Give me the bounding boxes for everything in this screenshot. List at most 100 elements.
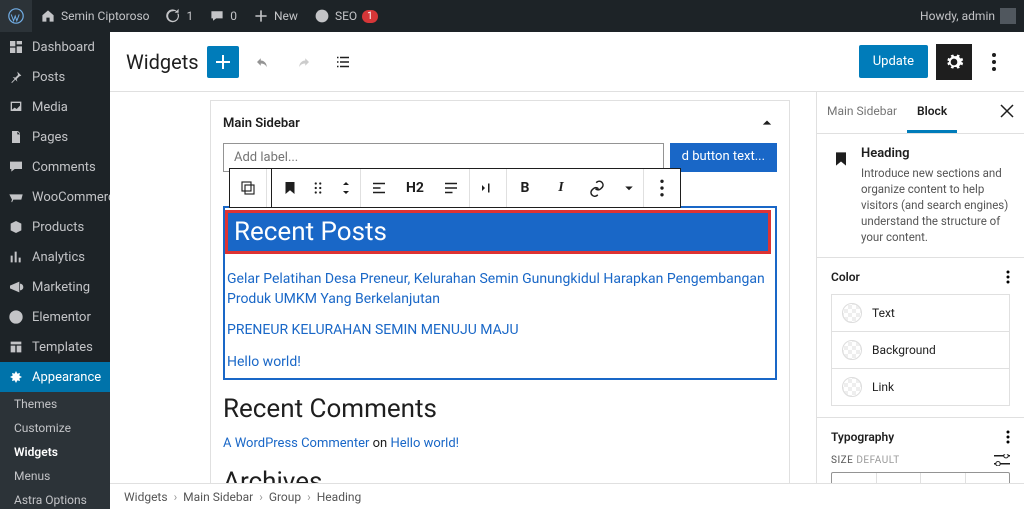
new-link[interactable]: New <box>245 0 306 32</box>
color-more-icon[interactable] <box>1006 270 1010 284</box>
editor-topbar: Widgets Update <box>110 32 1024 92</box>
group-block[interactable]: Recent Posts Gelar Pelatihan Desa Preneu… <box>223 206 777 380</box>
color-row-link[interactable]: Link <box>831 368 1010 406</box>
redo-button[interactable] <box>287 46 319 78</box>
comment-author-link[interactable]: A WordPress Commenter <box>223 436 369 451</box>
block-type-desc: Introduce new sections and organize cont… <box>861 165 1010 245</box>
menu-item-appearance[interactable]: Appearance <box>0 362 110 392</box>
heading-icon <box>831 149 851 169</box>
elementor-icon <box>8 309 24 325</box>
media-icon <box>8 99 24 115</box>
menu-item-templates[interactable]: Templates <box>0 332 110 362</box>
howdy-link[interactable]: Howdy, admin <box>912 0 1024 32</box>
menu-item-pages[interactable]: Pages <box>0 122 110 152</box>
plus-icon <box>253 8 269 24</box>
home-icon <box>40 8 56 24</box>
menu-item-woocommerce[interactable]: WooCommerce <box>0 182 110 212</box>
heading-block-icon[interactable] <box>276 169 304 207</box>
appearance-icon <box>8 369 24 385</box>
size-xl[interactable]: XL <box>966 473 1010 483</box>
list-view-button[interactable] <box>327 46 359 78</box>
crumb-heading[interactable]: Heading <box>317 490 362 504</box>
dashboard-icon <box>8 39 24 55</box>
link-button[interactable] <box>579 169 615 207</box>
group-block-button[interactable] <box>230 169 266 207</box>
recent-comments-heading: Recent Comments <box>223 380 777 434</box>
insert-before-button[interactable] <box>470 169 506 207</box>
crumb-widgets[interactable]: Widgets <box>124 490 168 504</box>
chevron-up-icon <box>757 113 777 133</box>
block-breadcrumbs: Widgets›Main Sidebar›Group›Heading <box>110 483 1024 509</box>
comments-link[interactable]: 0 <box>201 0 245 32</box>
block-type-title: Heading <box>861 146 1010 161</box>
crumb-main-sidebar[interactable]: Main Sidebar <box>183 490 253 504</box>
size-s[interactable]: S <box>832 473 877 483</box>
bold-button[interactable]: B <box>507 169 543 207</box>
post-link[interactable]: Hello world! <box>225 347 775 379</box>
move-up-down[interactable] <box>332 169 360 207</box>
button-text-input[interactable]: d button text... <box>670 143 777 172</box>
menu-item-comments[interactable]: Comments <box>0 152 110 182</box>
submenu-themes[interactable]: Themes <box>0 392 110 416</box>
tab-main-sidebar[interactable]: Main Sidebar <box>817 92 907 133</box>
size-l[interactable]: L <box>921 473 966 483</box>
inspector-panel: Main Sidebar Block Heading Introduce new… <box>816 92 1024 483</box>
menu-item-analytics[interactable]: Analytics <box>0 242 110 272</box>
size-m[interactable]: M <box>877 473 922 483</box>
settings-sliders-icon[interactable] <box>994 454 1010 466</box>
pin-icon <box>8 69 24 85</box>
color-section-title: Color <box>831 270 860 284</box>
widget-area-header[interactable]: Main Sidebar <box>223 113 777 143</box>
wp-logo[interactable] <box>0 0 32 32</box>
submenu-widgets[interactable]: Widgets <box>0 440 110 464</box>
heading-block[interactable]: Recent Posts <box>225 210 771 254</box>
comment-post-link[interactable]: Hello world! <box>390 436 459 451</box>
archives-heading: Archives <box>223 453 777 483</box>
menu-item-media[interactable]: Media <box>0 92 110 122</box>
menu-item-products[interactable]: Products <box>0 212 110 242</box>
menu-item-elementor[interactable]: Elementor <box>0 302 110 332</box>
menu-item-marketing[interactable]: Marketing <box>0 272 110 302</box>
add-block-button[interactable] <box>207 46 239 78</box>
widget-area-main-sidebar[interactable]: Main Sidebar Add label... d button text.… <box>210 100 790 483</box>
italic-button[interactable]: I <box>543 169 579 207</box>
more-options-button[interactable] <box>980 44 1008 80</box>
typo-more-icon[interactable] <box>1006 430 1010 444</box>
text-align-button[interactable] <box>433 169 469 207</box>
drag-handle[interactable] <box>304 169 332 207</box>
undo-button[interactable] <box>247 46 279 78</box>
menu-item-dashboard[interactable]: Dashboard <box>0 32 110 62</box>
comment-item: A WordPress Commenter on Hello world! <box>223 434 777 453</box>
pages-icon <box>8 129 24 145</box>
color-swatch <box>842 303 862 323</box>
seo-icon <box>314 8 330 24</box>
align-button[interactable] <box>361 169 397 207</box>
post-link[interactable]: PRENEUR KELURAHAN SEMIN MENUJU MAJU <box>225 315 775 347</box>
menu-item-posts[interactable]: Posts <box>0 62 110 92</box>
marketing-icon <box>8 279 24 295</box>
submenu-astra-options[interactable]: Astra Options <box>0 488 110 509</box>
comments-icon <box>8 159 24 175</box>
update-button[interactable]: Update <box>859 45 928 78</box>
color-row-background[interactable]: Background <box>831 331 1010 369</box>
analytics-icon <box>8 249 24 265</box>
post-link[interactable]: Gelar Pelatihan Desa Preneur, Kelurahan … <box>225 264 775 315</box>
block-more-button[interactable] <box>644 169 680 207</box>
tab-block[interactable]: Block <box>907 92 957 133</box>
color-swatch <box>842 340 862 360</box>
editor-canvas-scroll[interactable]: Main Sidebar Add label... d button text.… <box>110 92 816 483</box>
settings-button[interactable] <box>936 44 972 80</box>
more-rich-text-button[interactable] <box>615 169 643 207</box>
admin-menu: DashboardPostsMediaPagesCommentsWooComme… <box>0 32 110 509</box>
crumb-group[interactable]: Group <box>269 490 301 504</box>
heading-level-button[interactable]: H2 <box>397 169 433 207</box>
submenu-menus[interactable]: Menus <box>0 464 110 488</box>
color-swatch <box>842 377 862 397</box>
color-row-text[interactable]: Text <box>831 294 1010 332</box>
submenu-customize[interactable]: Customize <box>0 416 110 440</box>
site-link[interactable]: Semin Ciptoroso <box>32 0 157 32</box>
updates-link[interactable]: 1 <box>157 0 201 32</box>
seo-link[interactable]: SEO1 <box>306 0 386 32</box>
avatar <box>1000 8 1016 24</box>
close-inspector-button[interactable] <box>990 92 1024 133</box>
